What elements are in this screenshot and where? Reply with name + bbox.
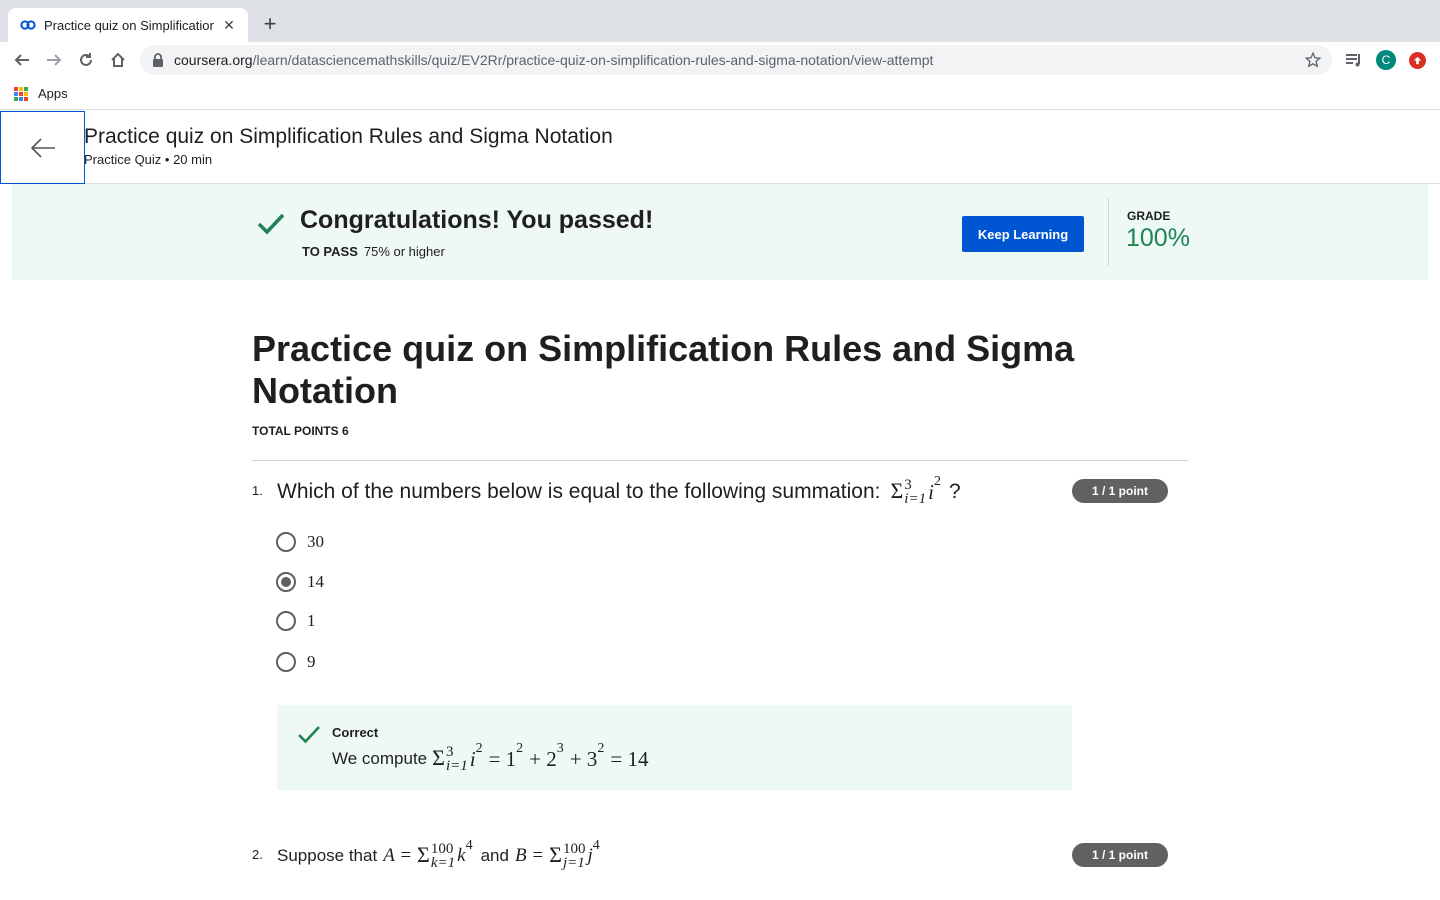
bookmark-star-icon[interactable]: [1304, 51, 1322, 69]
result-banner: Congratulations! You passed! TO PASS 75% …: [12, 184, 1428, 280]
question-number: 1.: [252, 483, 263, 498]
lock-icon: [152, 53, 166, 67]
answer-feedback: Correct We compute Σ 3 i=1 i2 = 12 + 23 + …: [277, 705, 1072, 790]
tab-close-icon[interactable]: ✕: [220, 16, 238, 34]
question-number: 2.: [252, 847, 263, 862]
grade-label: GRADE: [1127, 209, 1171, 223]
question-text: Which of the numbers below is equal to t…: [277, 474, 961, 507]
radio-button[interactable]: [276, 611, 296, 631]
divider: [1108, 198, 1109, 266]
to-pass-info: TO PASS 75% or higher: [302, 244, 445, 259]
back-arrow-icon[interactable]: [8, 46, 36, 74]
passed-message: Congratulations! You passed!: [300, 206, 654, 234]
radio-button-selected[interactable]: [276, 572, 296, 592]
address-bar[interactable]: coursera.org/learn/datasciencemathskills…: [140, 45, 1332, 75]
new-tab-icon[interactable]: +: [258, 11, 282, 36]
course-header: Practice quiz on Simplification Rules an…: [0, 111, 1440, 184]
divider: [252, 460, 1188, 461]
apps-label: Apps: [38, 86, 68, 101]
feedback-label: Correct: [332, 725, 379, 740]
points-badge: 1 / 1 point: [1072, 479, 1168, 503]
quiz-title: Practice quiz on Simplification Rules an…: [252, 328, 1075, 411]
total-points: TOTAL POINTS 6: [252, 424, 349, 438]
keep-learning-button[interactable]: Keep Learning: [962, 216, 1084, 252]
grade-value: 100%: [1126, 224, 1190, 252]
coursera-favicon-icon: [20, 17, 36, 33]
bookmarks-bar: Apps: [0, 78, 1440, 110]
answer-option[interactable]: 30: [276, 532, 324, 552]
summation-math: Σ 3 i=1 i2: [890, 474, 941, 507]
question-text: Suppose that A = Σ 100 k=1 k4 and B = Σ 100…: [277, 838, 600, 871]
browser-tabstrip: Practice quiz on Simplification ✕ +: [0, 0, 1440, 42]
apps-bookmark[interactable]: Apps: [14, 86, 68, 101]
radio-button[interactable]: [276, 532, 296, 552]
check-icon: [298, 726, 320, 744]
profile-avatar[interactable]: C: [1376, 50, 1396, 70]
answer-option[interactable]: 1: [276, 611, 316, 631]
feedback-text: We compute Σ 3 i=1 i2 = 12 + 23 + 32 = 14: [332, 741, 649, 774]
url-text: coursera.org/learn/datasciencemathskills…: [174, 52, 934, 68]
radio-button[interactable]: [276, 652, 296, 672]
browser-tab-active[interactable]: Practice quiz on Simplification ✕: [8, 8, 248, 42]
check-icon: [257, 213, 285, 235]
points-badge: 1 / 1 point: [1072, 843, 1168, 867]
answer-option-selected[interactable]: 14: [276, 572, 324, 592]
apps-grid-icon: [14, 86, 28, 101]
page-title: Practice quiz on Simplification Rules an…: [84, 125, 613, 148]
back-arrow-icon: [30, 137, 55, 158]
reload-icon[interactable]: [72, 46, 100, 74]
home-icon[interactable]: [104, 46, 132, 74]
tab-title: Practice quiz on Simplification: [44, 17, 214, 33]
forward-arrow-icon[interactable]: [40, 46, 68, 74]
browser-toolbar: coursera.org/learn/datasciencemathskills…: [0, 42, 1440, 78]
page-subtitle: Practice Quiz • 20 min: [84, 152, 213, 167]
media-queue-icon[interactable]: [1344, 50, 1364, 70]
answer-option[interactable]: 9: [276, 652, 316, 672]
back-button[interactable]: [0, 111, 85, 184]
update-icon[interactable]: [1409, 52, 1426, 69]
